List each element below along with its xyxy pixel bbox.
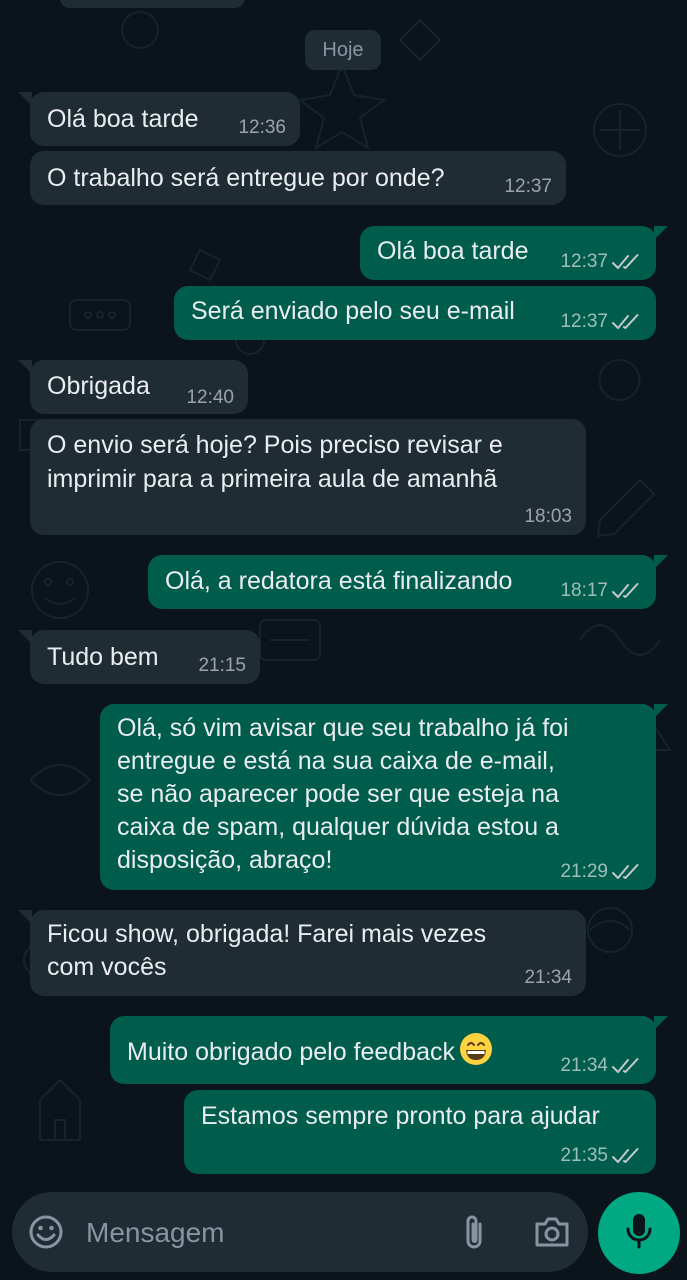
message-text: Obrigada xyxy=(47,372,150,400)
message-text: O trabalho será entregue por onde? xyxy=(47,164,445,192)
message-time: 18:17 xyxy=(560,580,608,601)
double-check-read-icon xyxy=(612,864,639,879)
date-separator: Hoje xyxy=(305,30,381,70)
double-check-read-icon xyxy=(612,583,639,598)
outgoing-message[interactable]: Estamos sempre pronto para ajudar 21:35 xyxy=(184,1090,656,1174)
message-text: Será enviado pelo seu e-mail xyxy=(191,297,515,325)
message-time: 18:03 xyxy=(524,506,572,527)
message-text: Olá boa tarde xyxy=(47,105,199,133)
double-check-read-icon xyxy=(612,1148,639,1163)
attach-icon[interactable] xyxy=(456,1210,492,1254)
message-time: 12:37 xyxy=(560,251,608,272)
message-meta: 21:29 xyxy=(560,862,642,882)
message-input[interactable] xyxy=(84,1208,448,1258)
message-time: 21:29 xyxy=(560,861,608,882)
message-time: 12:36 xyxy=(238,117,286,138)
message-meta: 12:36 xyxy=(238,118,286,138)
message-meta: 18:03 xyxy=(524,507,572,527)
emoji-icon[interactable] xyxy=(26,1212,66,1252)
message-time: 12:37 xyxy=(504,176,552,197)
incoming-message[interactable]: Obrigada 12:40 xyxy=(18,360,248,414)
message-time: 21:34 xyxy=(524,967,572,988)
message-text-line: Muito obrigado pelo feedback xyxy=(127,1032,493,1069)
outgoing-message[interactable]: Será enviado pelo seu e-mail 12:37 xyxy=(174,286,656,340)
outgoing-message[interactable]: Olá boa tarde 12:37 xyxy=(360,226,668,280)
double-check-read-icon xyxy=(612,1058,639,1073)
message-meta: 12:40 xyxy=(186,388,234,408)
message-meta: 21:34 xyxy=(524,968,572,988)
message-time: 12:37 xyxy=(560,311,608,332)
message-text: Tudo bem xyxy=(47,643,159,671)
message-meta: 21:34 xyxy=(560,1056,642,1076)
message-text: Olá boa tarde xyxy=(377,237,529,265)
message-meta: 12:37 xyxy=(504,177,552,197)
message-text: O envio será hoje? Pois preciso revisar … xyxy=(47,431,503,493)
incoming-message[interactable]: Olá boa tarde 12:36 xyxy=(18,92,300,146)
message-meta: 21:15 xyxy=(198,656,246,676)
incoming-message[interactable]: Tudo bem 21:15 xyxy=(18,630,260,684)
message-meta: 12:37 xyxy=(560,252,642,272)
mic-button[interactable] xyxy=(598,1192,680,1274)
incoming-message[interactable]: O envio será hoje? Pois preciso revisar … xyxy=(30,419,586,535)
message-meta: 18:17 xyxy=(560,581,642,601)
message-text: Ficou show, obrigada! Farei mais vezes c… xyxy=(47,920,487,981)
message-text: Olá, a redatora está finalizando xyxy=(165,567,513,595)
chat-area[interactable]: Hoje Olá boa tarde 12:36 O trabalho será… xyxy=(0,0,687,1185)
message-meta: 12:37 xyxy=(560,312,642,332)
previous-message-edge xyxy=(60,0,245,8)
double-check-read-icon xyxy=(612,254,639,269)
message-composer xyxy=(12,1192,588,1272)
message-meta: 21:35 xyxy=(560,1146,642,1166)
incoming-message[interactable]: O trabalho será entregue por onde? 12:37 xyxy=(30,151,566,205)
message-time: 21:35 xyxy=(560,1145,608,1166)
mic-icon xyxy=(624,1211,654,1256)
message-text: Muito obrigado pelo feedback xyxy=(127,1038,456,1066)
outgoing-message[interactable]: Muito obrigado pelo feedback 21:34 xyxy=(110,1016,668,1084)
message-time: 21:15 xyxy=(198,655,246,676)
message-text: Estamos sempre pronto para ajudar xyxy=(201,1102,600,1130)
camera-icon[interactable] xyxy=(530,1212,574,1252)
double-check-read-icon xyxy=(612,314,639,329)
message-time: 21:34 xyxy=(560,1055,608,1076)
message-time: 12:40 xyxy=(186,387,234,408)
grinning-face-emoji-icon xyxy=(460,1033,493,1065)
outgoing-message[interactable]: Olá, só vim avisar que seu trabalho já f… xyxy=(100,704,668,890)
outgoing-message[interactable]: Olá, a redatora está finalizando 18:17 xyxy=(148,555,668,609)
incoming-message[interactable]: Ficou show, obrigada! Farei mais vezes c… xyxy=(18,910,586,996)
message-text: Olá, só vim avisar que seu trabalho já f… xyxy=(117,714,569,874)
